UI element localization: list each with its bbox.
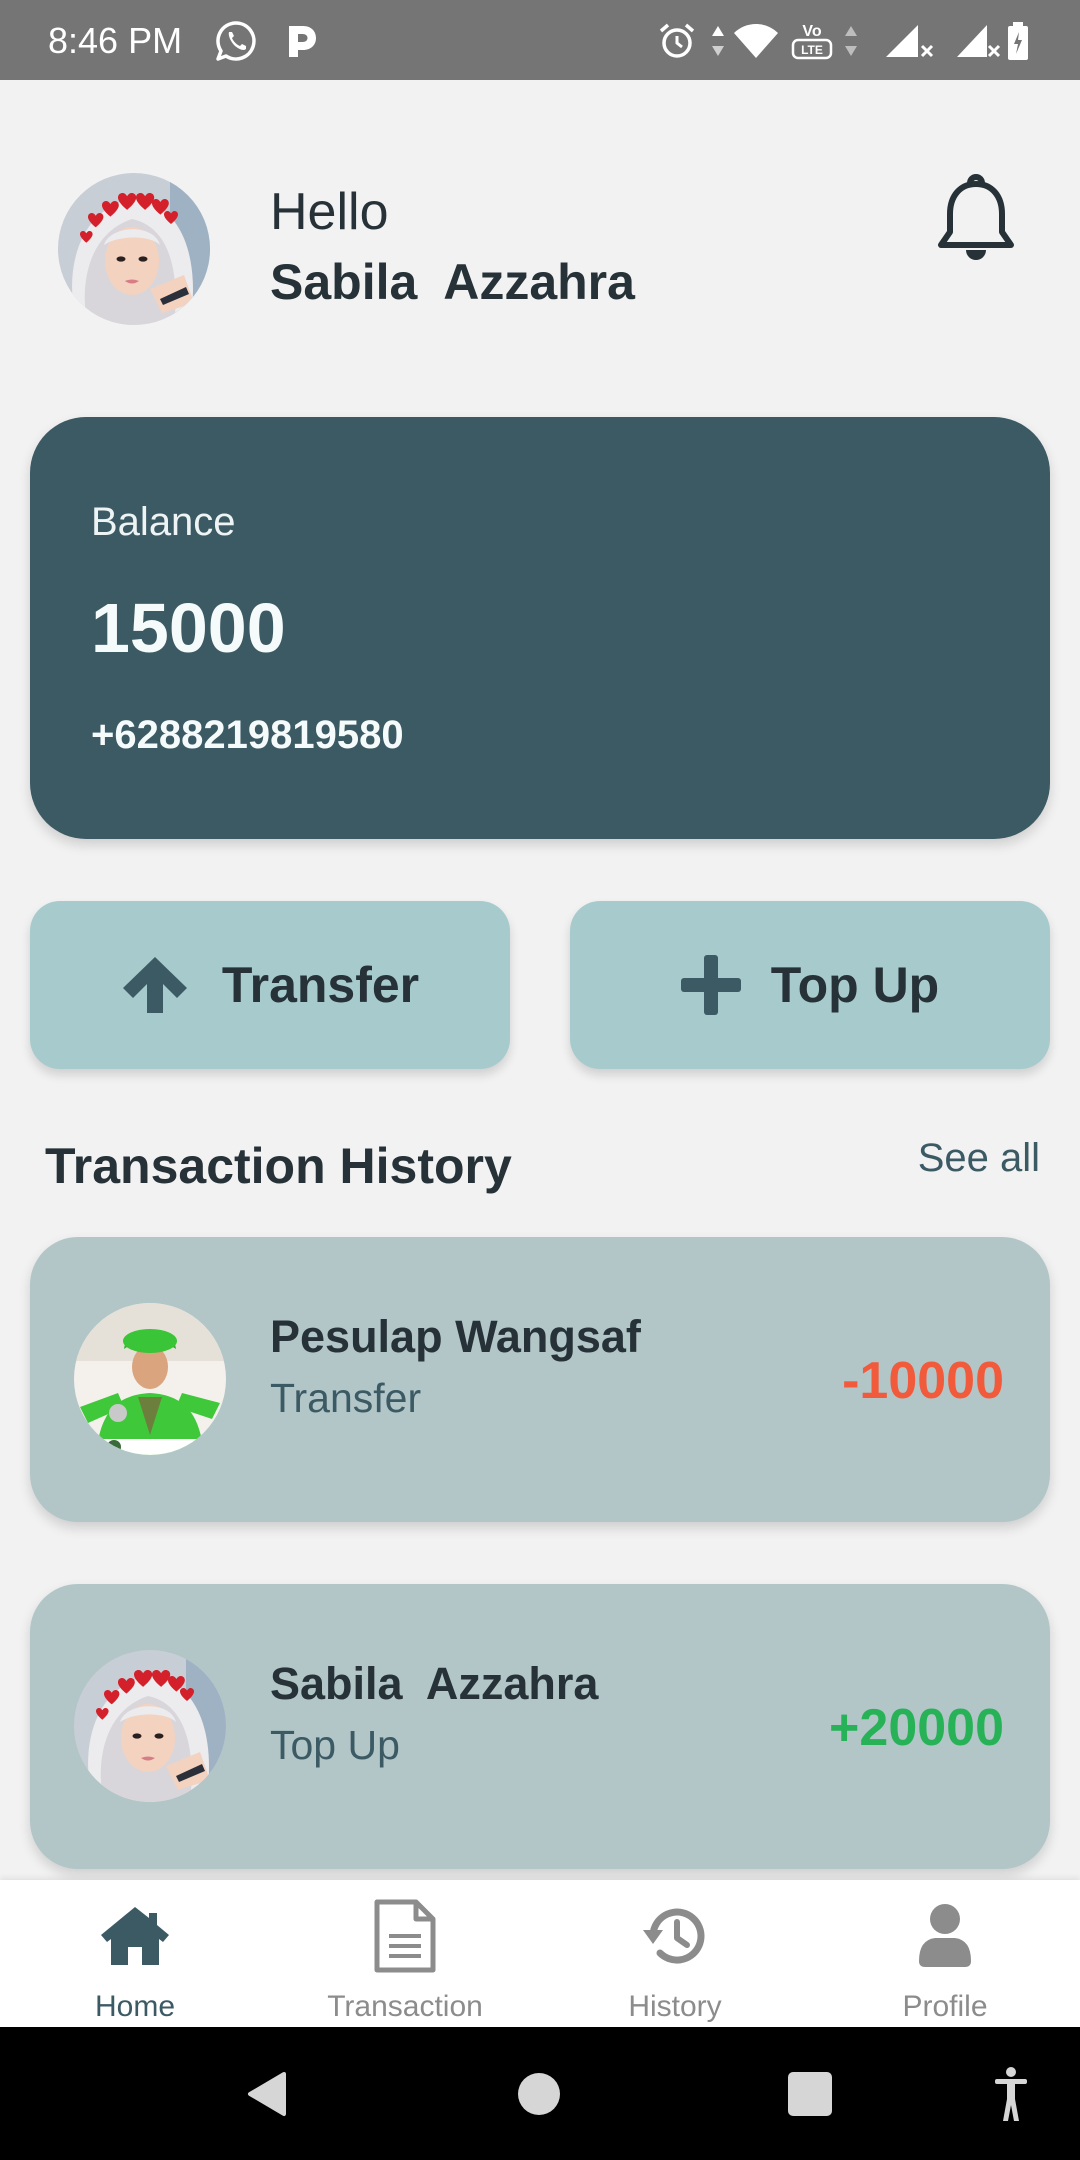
transaction-type: Transfer [270,1375,422,1421]
bell-icon[interactable] [933,174,1019,266]
contact-avatar [74,1650,226,1802]
arrow-up-icon [121,955,189,1015]
top-up-button[interactable]: Top Up [570,901,1050,1069]
bottom-navigation: Home Transaction History Profile [0,1880,1080,2027]
balance-card: Balance 15000 +6288219819580 [30,417,1050,839]
transaction-amount: +20000 [829,1699,1004,1757]
nav-item-transaction[interactable]: Transaction [270,1880,540,2027]
nav-label: Transaction [327,1990,483,2023]
balance-amount: 15000 [91,589,286,667]
top-up-label: Top Up [770,957,940,1013]
profile-icon [810,1898,1080,1974]
back-icon[interactable] [246,2070,288,2118]
transaction-item[interactable]: Sabila Azzahra Top Up +20000 [30,1584,1050,1869]
whatsapp-icon [214,19,258,63]
user-name: Sabila Azzahra [270,254,635,310]
volte-bottom-lettering: LTE [801,43,823,57]
signal-icon [955,21,1003,61]
nav-item-history[interactable]: History [540,1880,810,2027]
contact-avatar [74,1303,226,1455]
transaction-name: Sabila Azzahra [270,1658,599,1709]
wifi-icon [733,23,779,59]
greeting-text: Hello [270,183,389,241]
p-app-icon [286,23,318,59]
data-arrows-icon [710,24,726,58]
alarm-icon [657,21,697,61]
home-icon [0,1898,270,1974]
accessibility-icon[interactable] [994,2067,1028,2123]
section-title: Transaction History [45,1138,512,1194]
transfer-button[interactable]: Transfer [30,901,510,1069]
recents-icon[interactable] [787,2071,833,2117]
system-navigation-bar [0,2027,1080,2160]
battery-icon [1006,21,1030,61]
balance-label: Balance [91,500,236,544]
status-time: 8:46 PM [48,20,183,61]
nav-label: Profile [902,1990,988,2023]
volte-icon: Vo LTE [791,21,833,61]
phone-number: +6288219819580 [91,713,404,757]
transaction-amount: -10000 [842,1352,1004,1410]
transfer-label: Transfer [221,957,420,1013]
user-avatar [58,173,210,325]
transaction-name: Pesulap Wangsaf [270,1311,641,1362]
transaction-type: Top Up [270,1722,400,1768]
transaction-item[interactable]: Pesulap Wangsaf Transfer -10000 [30,1237,1050,1522]
home-circle-icon[interactable] [517,2072,561,2116]
plus-icon [680,955,741,1015]
volte-top-lettering: Vo [802,23,821,40]
signal-icon [878,21,940,61]
nav-item-home[interactable]: Home [0,1880,270,2027]
see-all-link[interactable]: See all [918,1138,1040,1178]
nav-label: History [628,1990,722,2023]
data-arrows-icon [843,24,859,58]
document-icon [270,1898,540,1974]
nav-label: Home [94,1990,176,2023]
status-bar: 8:46 PM Vo LTE [0,0,1080,80]
nav-item-profile[interactable]: Profile [810,1880,1080,2027]
history-icon [540,1898,810,1974]
